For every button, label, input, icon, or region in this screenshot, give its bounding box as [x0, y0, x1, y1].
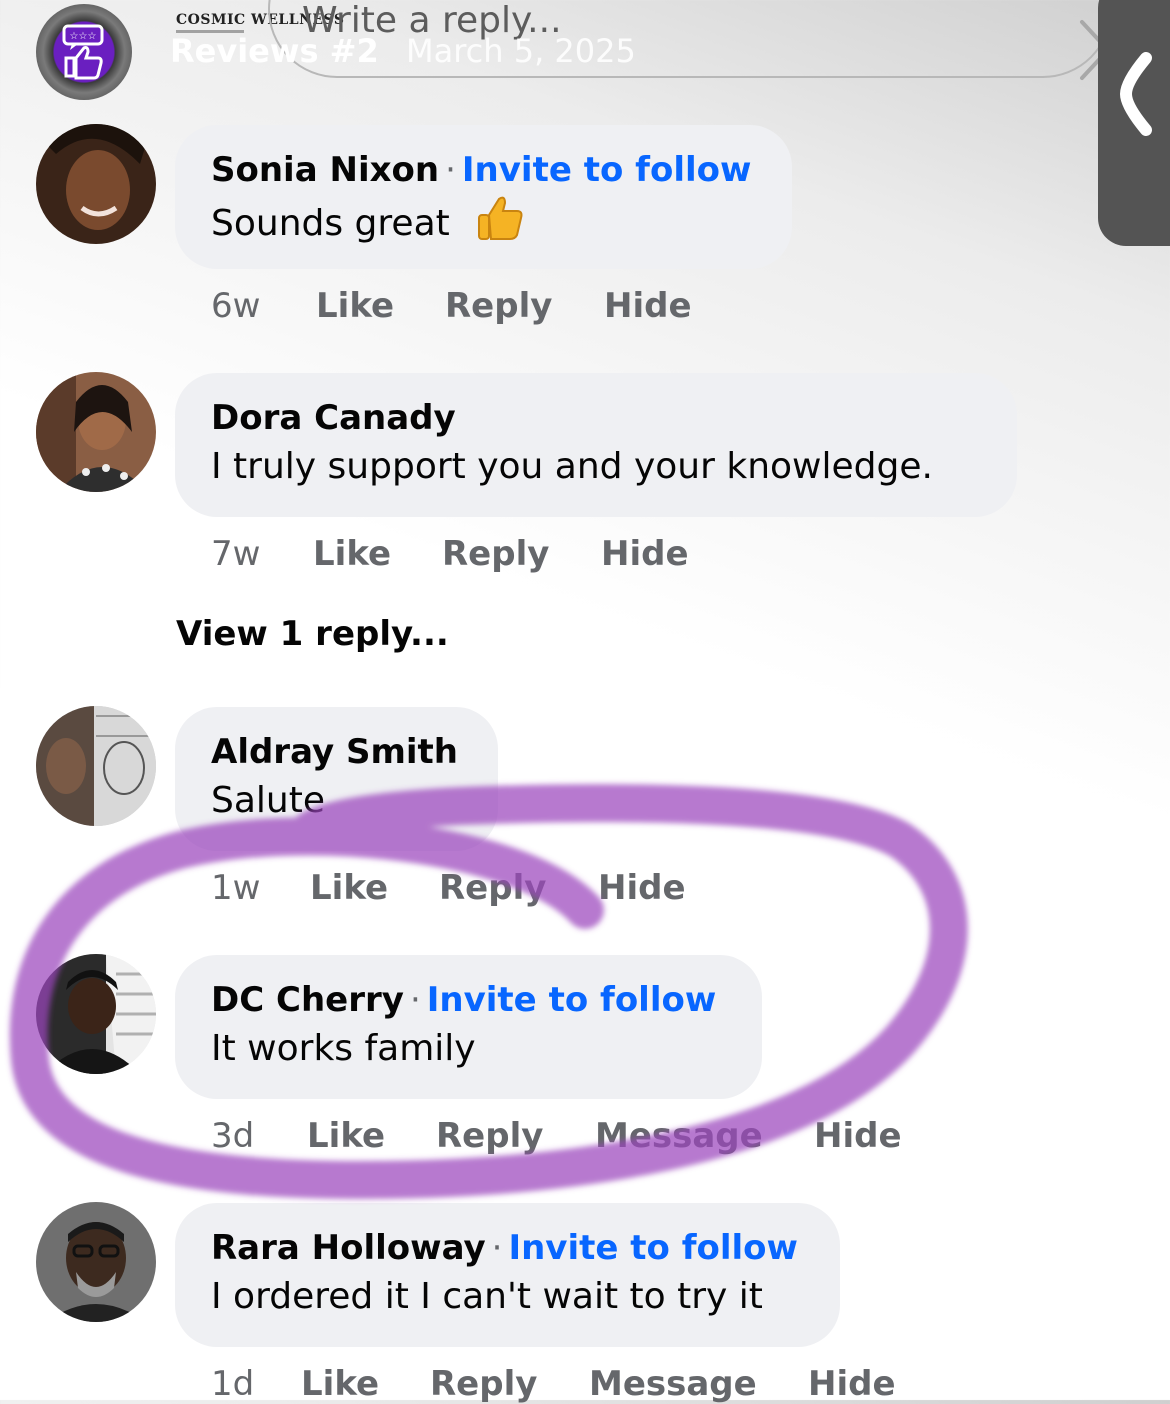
story-date: March 5, 2025 [406, 32, 636, 70]
separator-dot: · [445, 150, 456, 190]
separator-dot: · [409, 980, 421, 1020]
commenter-name[interactable]: Rara Holloway [211, 1228, 486, 1268]
comment-text: It works family [211, 1028, 476, 1069]
comment-bubble: DC Cherry · Invite to follow It works fami… [175, 955, 762, 1099]
reply-button[interactable]: Reply [442, 534, 601, 574]
separator-dot: · [491, 1228, 503, 1268]
reply-button[interactable]: Reply [445, 286, 604, 326]
commenter-name[interactable]: Sonia Nixon [211, 150, 439, 190]
page-avatar[interactable]: ☆☆☆ [36, 4, 132, 100]
reply-button[interactable]: Reply [436, 1116, 595, 1156]
message-button[interactable]: Message [589, 1364, 808, 1404]
thumbs-up-emoji [478, 196, 523, 240]
hide-button[interactable]: Hide [604, 286, 692, 326]
comment-actions: 1w Like Reply Hide [211, 868, 686, 908]
comment-time: 7w [211, 534, 261, 574]
comment-text: Sounds great [211, 203, 450, 244]
comment-actions: 7w Like Reply Hide [211, 534, 689, 574]
back-chevron-icon[interactable] [1116, 52, 1156, 136]
comment-time: 6w [211, 286, 261, 326]
comment-bubble: Rara Holloway · Invite to follow I ordered… [175, 1203, 840, 1347]
avatar[interactable] [36, 124, 156, 244]
comment-text: I truly support you and your knowledge. [211, 446, 933, 487]
comment-bubble: Dora Canady I truly support you and your… [175, 373, 1017, 517]
comment-bubble: Aldray Smith Salute [175, 707, 498, 851]
view-replies-link[interactable]: View 1 reply... [176, 614, 449, 654]
comment-time: 3d [211, 1116, 255, 1156]
story-title: Reviews #2 [170, 32, 379, 70]
commenter-name[interactable]: Dora Canady [211, 398, 456, 438]
avatar[interactable] [36, 954, 156, 1074]
commenter-name[interactable]: DC Cherry [211, 980, 404, 1020]
comment-time: 1w [211, 868, 261, 908]
message-button[interactable]: Message [595, 1116, 814, 1156]
invite-to-follow-link[interactable]: Invite to follow [462, 150, 752, 190]
comment-bubble: Sonia Nixon · Invite to follow Sounds grea… [175, 125, 792, 269]
review-badge-icon: ☆☆☆ [62, 24, 104, 80]
comment-actions: 6w Like Reply Hide [211, 286, 692, 326]
invite-to-follow-link[interactable]: Invite to follow [508, 1228, 798, 1268]
like-button[interactable]: Like [313, 534, 442, 574]
like-button[interactable]: Like [301, 1364, 430, 1404]
avatar[interactable] [36, 372, 156, 492]
comment-text: Salute [211, 780, 325, 821]
reply-button[interactable]: Reply [430, 1364, 589, 1404]
comment-actions: 3d Like Reply Message Hide [211, 1116, 902, 1156]
invite-to-follow-link[interactable]: Invite to follow [427, 980, 717, 1020]
avatar[interactable] [36, 1202, 156, 1322]
svg-text:☆☆☆: ☆☆☆ [70, 31, 97, 42]
hide-button[interactable]: Hide [814, 1116, 902, 1156]
avatar[interactable] [36, 706, 156, 826]
hide-button[interactable]: Hide [598, 868, 686, 908]
like-button[interactable]: Like [310, 868, 439, 908]
comment-time: 1d [211, 1364, 255, 1404]
commenter-name[interactable]: Aldray Smith [211, 732, 458, 772]
like-button[interactable]: Like [307, 1116, 436, 1156]
hide-button[interactable]: Hide [808, 1364, 896, 1404]
like-button[interactable]: Like [316, 286, 445, 326]
comment-actions: 1d Like Reply Message Hide [211, 1364, 896, 1404]
comment-text: I ordered it I can't wait to try it [211, 1276, 763, 1317]
reply-button[interactable]: Reply [439, 868, 598, 908]
hide-button[interactable]: Hide [601, 534, 689, 574]
